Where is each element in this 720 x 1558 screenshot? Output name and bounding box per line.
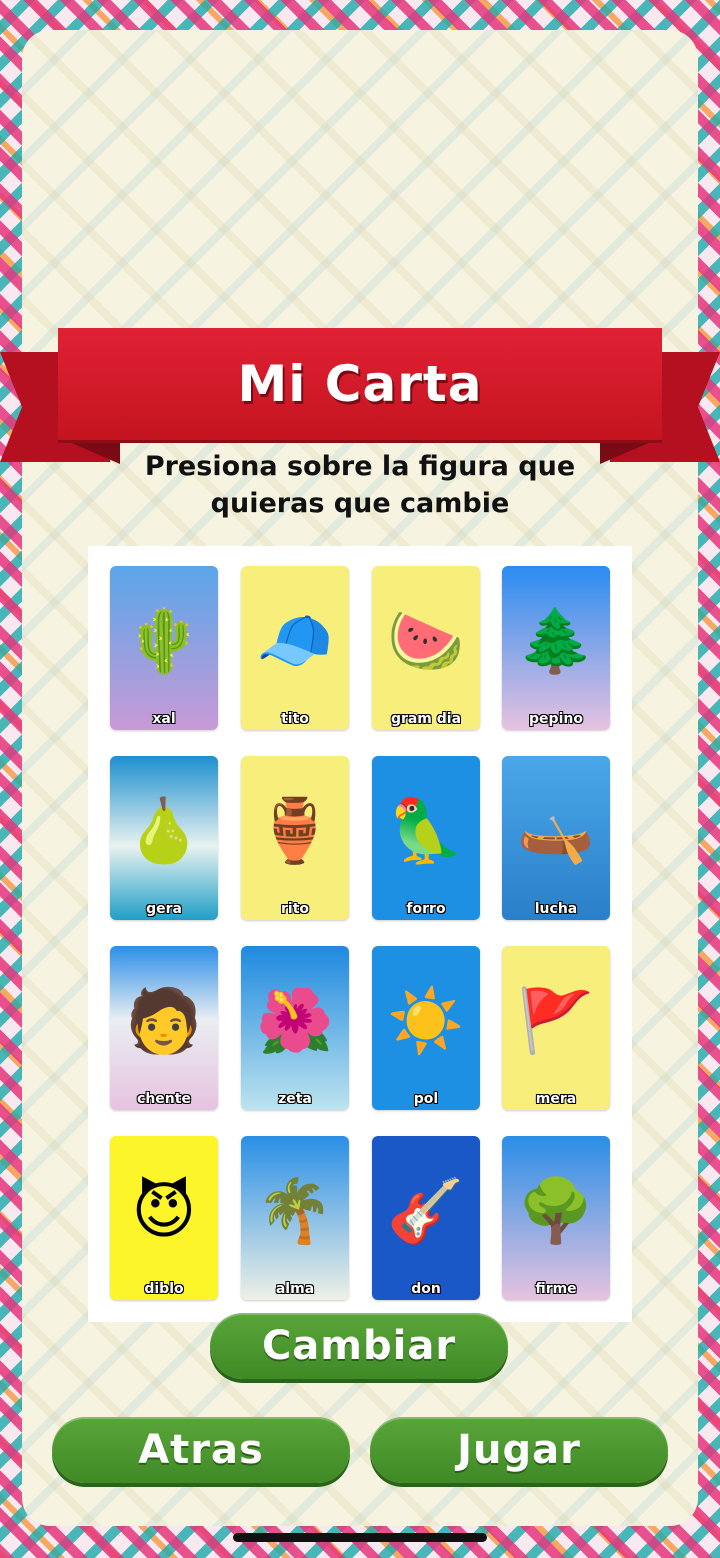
palm-tree-icon: 🌴 bbox=[256, 1174, 334, 1248]
card-label: lucha bbox=[534, 901, 578, 917]
card-label: pepino bbox=[529, 711, 583, 727]
card-label: gera bbox=[146, 901, 182, 917]
pine-tree-icon: 🌲 bbox=[517, 604, 595, 678]
play-button[interactable]: Jugar bbox=[370, 1417, 668, 1483]
parrot-icon: 🦜 bbox=[387, 794, 465, 868]
instructions-line-1: Presiona sobre la figura que bbox=[144, 451, 576, 482]
loteria-card[interactable]: 🧑 chente bbox=[110, 946, 218, 1110]
loteria-card[interactable]: 🌺 zeta bbox=[241, 946, 349, 1110]
loteria-card[interactable]: 😈 diblo bbox=[110, 1136, 218, 1300]
sun-icon: ☀️ bbox=[387, 984, 465, 1058]
boat-girl-icon: 🛶 bbox=[517, 794, 595, 868]
card-label: chente bbox=[137, 1091, 191, 1107]
devil-icon: 😈 bbox=[131, 1174, 197, 1248]
loteria-card[interactable]: 🌴 alma bbox=[241, 1136, 349, 1300]
page-title: Mi Carta bbox=[237, 355, 483, 413]
card-label: tito bbox=[281, 711, 309, 727]
loteria-card[interactable]: 🏺 rito bbox=[241, 756, 349, 920]
card-grid: 🌵 xal 🧢 tito 🍉 gram dia 🌲 pepino 🍐 gera 🏺 rito 🦜 forr… bbox=[88, 546, 632, 1322]
loteria-card[interactable]: 🛶 lucha bbox=[502, 756, 610, 920]
card-label: xal bbox=[152, 711, 176, 727]
watermelon-icon: 🍉 bbox=[387, 604, 465, 678]
loteria-card[interactable]: 🌲 pepino bbox=[502, 566, 610, 730]
card-label: rito bbox=[280, 901, 309, 917]
loteria-card[interactable]: 🎸 don bbox=[372, 1136, 480, 1300]
loteria-card[interactable]: 🦜 forro bbox=[372, 756, 480, 920]
home-indicator bbox=[233, 1533, 487, 1542]
loteria-card[interactable]: ☀️ pol bbox=[372, 946, 480, 1110]
card-label: alma bbox=[275, 1281, 315, 1297]
loteria-card[interactable]: 🚩 mera bbox=[502, 946, 610, 1110]
cactus-icon: 🌵 bbox=[125, 604, 203, 678]
card-label: don bbox=[411, 1281, 441, 1297]
card-label: pol bbox=[413, 1091, 439, 1107]
card-label: gram dia bbox=[390, 711, 462, 727]
card-label: diblo bbox=[144, 1281, 184, 1297]
card-label: firme bbox=[535, 1281, 577, 1297]
loteria-card[interactable]: 🍉 gram dia bbox=[372, 566, 480, 730]
card-label: mera bbox=[535, 1091, 577, 1107]
card-label: forro bbox=[406, 901, 446, 917]
back-button[interactable]: Atras bbox=[52, 1417, 350, 1483]
instructions-text: Presiona sobre la figura que quieras que… bbox=[100, 448, 620, 522]
card-label: zeta bbox=[278, 1091, 312, 1107]
mandolin-icon: 🎸 bbox=[387, 1174, 465, 1248]
charro-man-icon: 🧑 bbox=[125, 984, 203, 1058]
loteria-card[interactable]: 🌳 firme bbox=[502, 1136, 610, 1300]
flag-icon: 🚩 bbox=[517, 984, 595, 1058]
change-button[interactable]: Cambiar bbox=[210, 1313, 508, 1379]
tree-icon: 🌳 bbox=[517, 1174, 595, 1248]
loteria-card[interactable]: 🧢 tito bbox=[241, 566, 349, 730]
title-ribbon: Mi Carta bbox=[58, 328, 662, 440]
clay-jug-icon: 🏺 bbox=[256, 794, 334, 868]
loteria-card[interactable]: 🌵 xal bbox=[110, 566, 218, 730]
pear-icon: 🍐 bbox=[125, 794, 203, 868]
instructions-line-2: quieras que cambie bbox=[210, 488, 510, 519]
winter-hat-icon: 🧢 bbox=[256, 604, 334, 678]
loteria-card[interactable]: 🍐 gera bbox=[110, 756, 218, 920]
flower-pot-icon: 🌺 bbox=[256, 984, 334, 1058]
